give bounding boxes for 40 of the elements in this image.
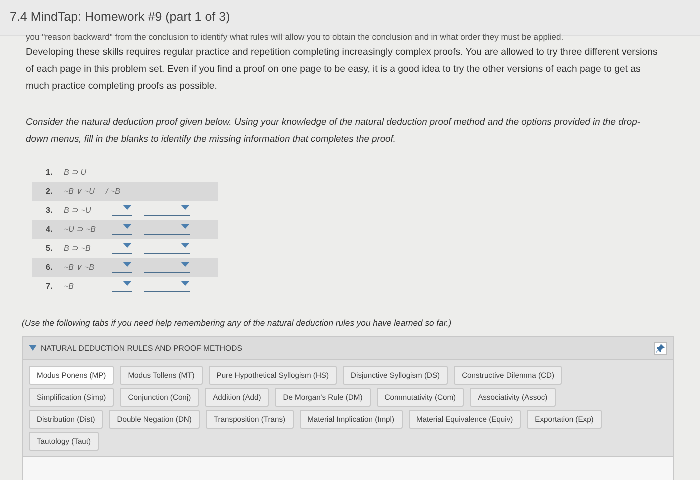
- rule-dropdown[interactable]: [144, 243, 190, 254]
- caret-icon[interactable]: [29, 345, 37, 351]
- line-dropdown[interactable]: [112, 262, 132, 273]
- formula: B ⊃ ~B: [64, 244, 92, 253]
- line-number: 4.: [45, 225, 54, 234]
- rule-dropdown[interactable]: [144, 281, 190, 292]
- line-dropdown[interactable]: [112, 281, 132, 292]
- formula: ~B: [64, 282, 76, 291]
- rule-dropdown[interactable]: [144, 262, 190, 273]
- rule-dropdown[interactable]: [144, 205, 190, 216]
- caret-icon: [123, 224, 132, 229]
- caret-icon: [181, 281, 190, 286]
- caret-icon: [181, 205, 190, 210]
- pin-icon[interactable]: [654, 342, 667, 354]
- rule-dropdown[interactable]: [144, 224, 190, 235]
- line-dropdown[interactable]: [112, 224, 132, 235]
- help-note: (Use the following tabs if you need help remembering any of the natural deduction rules you have learned so far.): [22, 318, 453, 328]
- caret-icon: [123, 262, 132, 267]
- formula: B ⊃ U: [64, 168, 88, 177]
- caret-icon: [123, 205, 132, 210]
- line-dropdown[interactable]: [112, 243, 132, 254]
- caret-icon: [181, 224, 190, 229]
- caret-icon: [181, 262, 190, 267]
- line-number: 6.: [45, 263, 54, 272]
- paragraph: Developing these skills requires regular practice and repetition completing increasingly complex proofs. You are allowed to try three different versions of each page in this problem set. Even if you find a proof on one page to be easy, it is a good idea to try the other versions of each page to get as much practice completing proofs as possible.: [26, 46, 659, 94]
- formula: ~B ∨ ~B: [64, 263, 96, 272]
- caret-icon: [123, 243, 132, 248]
- line-dropdown[interactable]: [112, 205, 132, 216]
- line-number: 7.: [45, 282, 54, 291]
- caret-icon: [181, 243, 190, 248]
- formula: B ⊃ ~U: [64, 206, 92, 215]
- line-number: 3.: [45, 206, 54, 215]
- conclusion: / ~B: [106, 187, 120, 196]
- line-number: 1.: [45, 168, 54, 177]
- formula: ~U ⊃ ~B: [64, 225, 97, 234]
- caret-icon: [123, 281, 132, 286]
- line-number: 5.: [45, 244, 54, 253]
- instructions: Consider the natural deduction proof given below. Using your knowledge of the natural deduction proof method and the options provided in the drop-down menus, fill in the blanks to identify the missing information that completes the proof.: [26, 115, 642, 146]
- formula: ~B ∨ ~U: [64, 187, 96, 196]
- line-number: 2.: [45, 187, 54, 196]
